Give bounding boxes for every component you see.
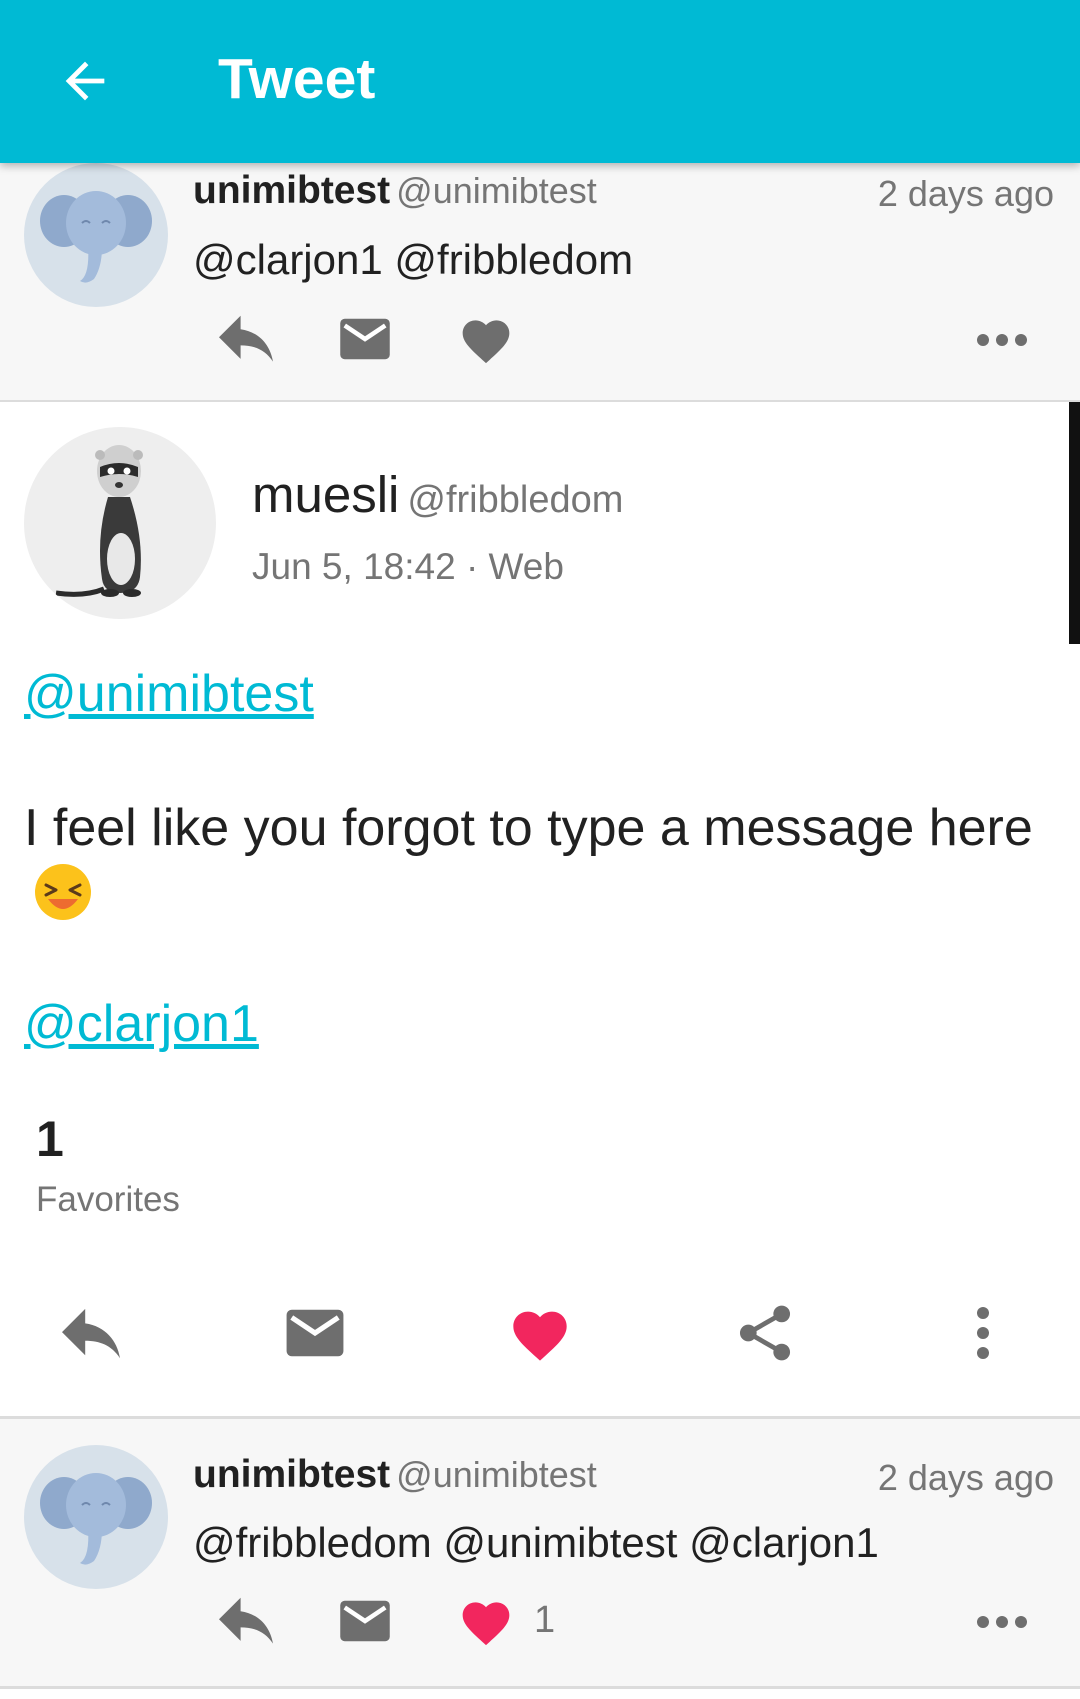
- timestamp: 2 days ago: [877, 1457, 1054, 1498]
- mention-link[interactable]: @unimibtest: [24, 664, 314, 724]
- envelope-icon[interactable]: [338, 316, 392, 362]
- envelope-icon[interactable]: [284, 1307, 346, 1359]
- heart-icon[interactable]: [458, 313, 514, 365]
- avatar[interactable]: [24, 427, 216, 619]
- reply-tweet-below[interactable]: unimibtest @unimibtest 2 days ago @fribbl…: [0, 1416, 1080, 1689]
- tweet-meta: Jun 5, 18:42 · Web: [252, 546, 564, 587]
- tweet-text: I feel like you forgot to type a message…: [24, 799, 1033, 857]
- elephant-icon: [40, 191, 152, 283]
- tweet-text[interactable]: @fribbledom @unimibtest @clarjon1: [193, 1519, 879, 1567]
- favorites-label[interactable]: Favorites: [36, 1180, 180, 1220]
- username: unimibtest: [193, 1453, 391, 1496]
- reply-author[interactable]: unimibtest @unimibtest: [193, 169, 597, 213]
- favorites-count[interactable]: 1: [36, 1110, 64, 1168]
- arrow-left-icon[interactable]: [56, 52, 114, 110]
- reply-icon[interactable]: [213, 313, 279, 367]
- heart-icon-active[interactable]: [508, 1303, 572, 1363]
- more-vert-icon[interactable]: [975, 1306, 991, 1360]
- scrollbar[interactable]: [1069, 402, 1080, 644]
- ferret-avatar-icon: [55, 445, 143, 597]
- username: unimibtest: [193, 169, 391, 212]
- app-bar: Tweet: [0, 0, 1080, 163]
- author-name-row[interactable]: muesli @fribbledom: [252, 465, 623, 524]
- user-handle: @unimibtest: [396, 1454, 597, 1495]
- more-icon[interactable]: [976, 1615, 1028, 1629]
- reply-tweet-above[interactable]: unimibtest @unimibtest 2 days ago @clarjo…: [0, 163, 1080, 403]
- more-icon[interactable]: [976, 333, 1028, 347]
- share-icon[interactable]: [736, 1302, 794, 1364]
- reply-author[interactable]: unimibtest @unimibtest: [193, 1453, 597, 1497]
- reply-icon[interactable]: [54, 1306, 128, 1364]
- user-handle: @unimibtest: [396, 170, 597, 211]
- elephant-icon: [40, 1473, 152, 1565]
- mention-link[interactable]: @clarjon1: [24, 994, 259, 1054]
- tweet-text[interactable]: @clarjon1 @fribbledom: [193, 236, 633, 284]
- timestamp: 2 days ago: [877, 173, 1054, 214]
- heart-icon-active[interactable]: [458, 1595, 514, 1647]
- avatar[interactable]: [24, 163, 168, 307]
- page-title: Tweet: [218, 47, 376, 111]
- reply-icon[interactable]: [213, 1595, 279, 1649]
- like-count: 1: [534, 1599, 556, 1641]
- tweet-body: I feel like you forgot to type a message…: [24, 795, 1034, 939]
- laughing-emoji-icon: [32, 861, 94, 939]
- envelope-icon[interactable]: [338, 1598, 392, 1644]
- display-name: muesli: [252, 466, 400, 523]
- user-handle: @fribbledom: [407, 479, 624, 521]
- avatar[interactable]: [24, 1445, 168, 1589]
